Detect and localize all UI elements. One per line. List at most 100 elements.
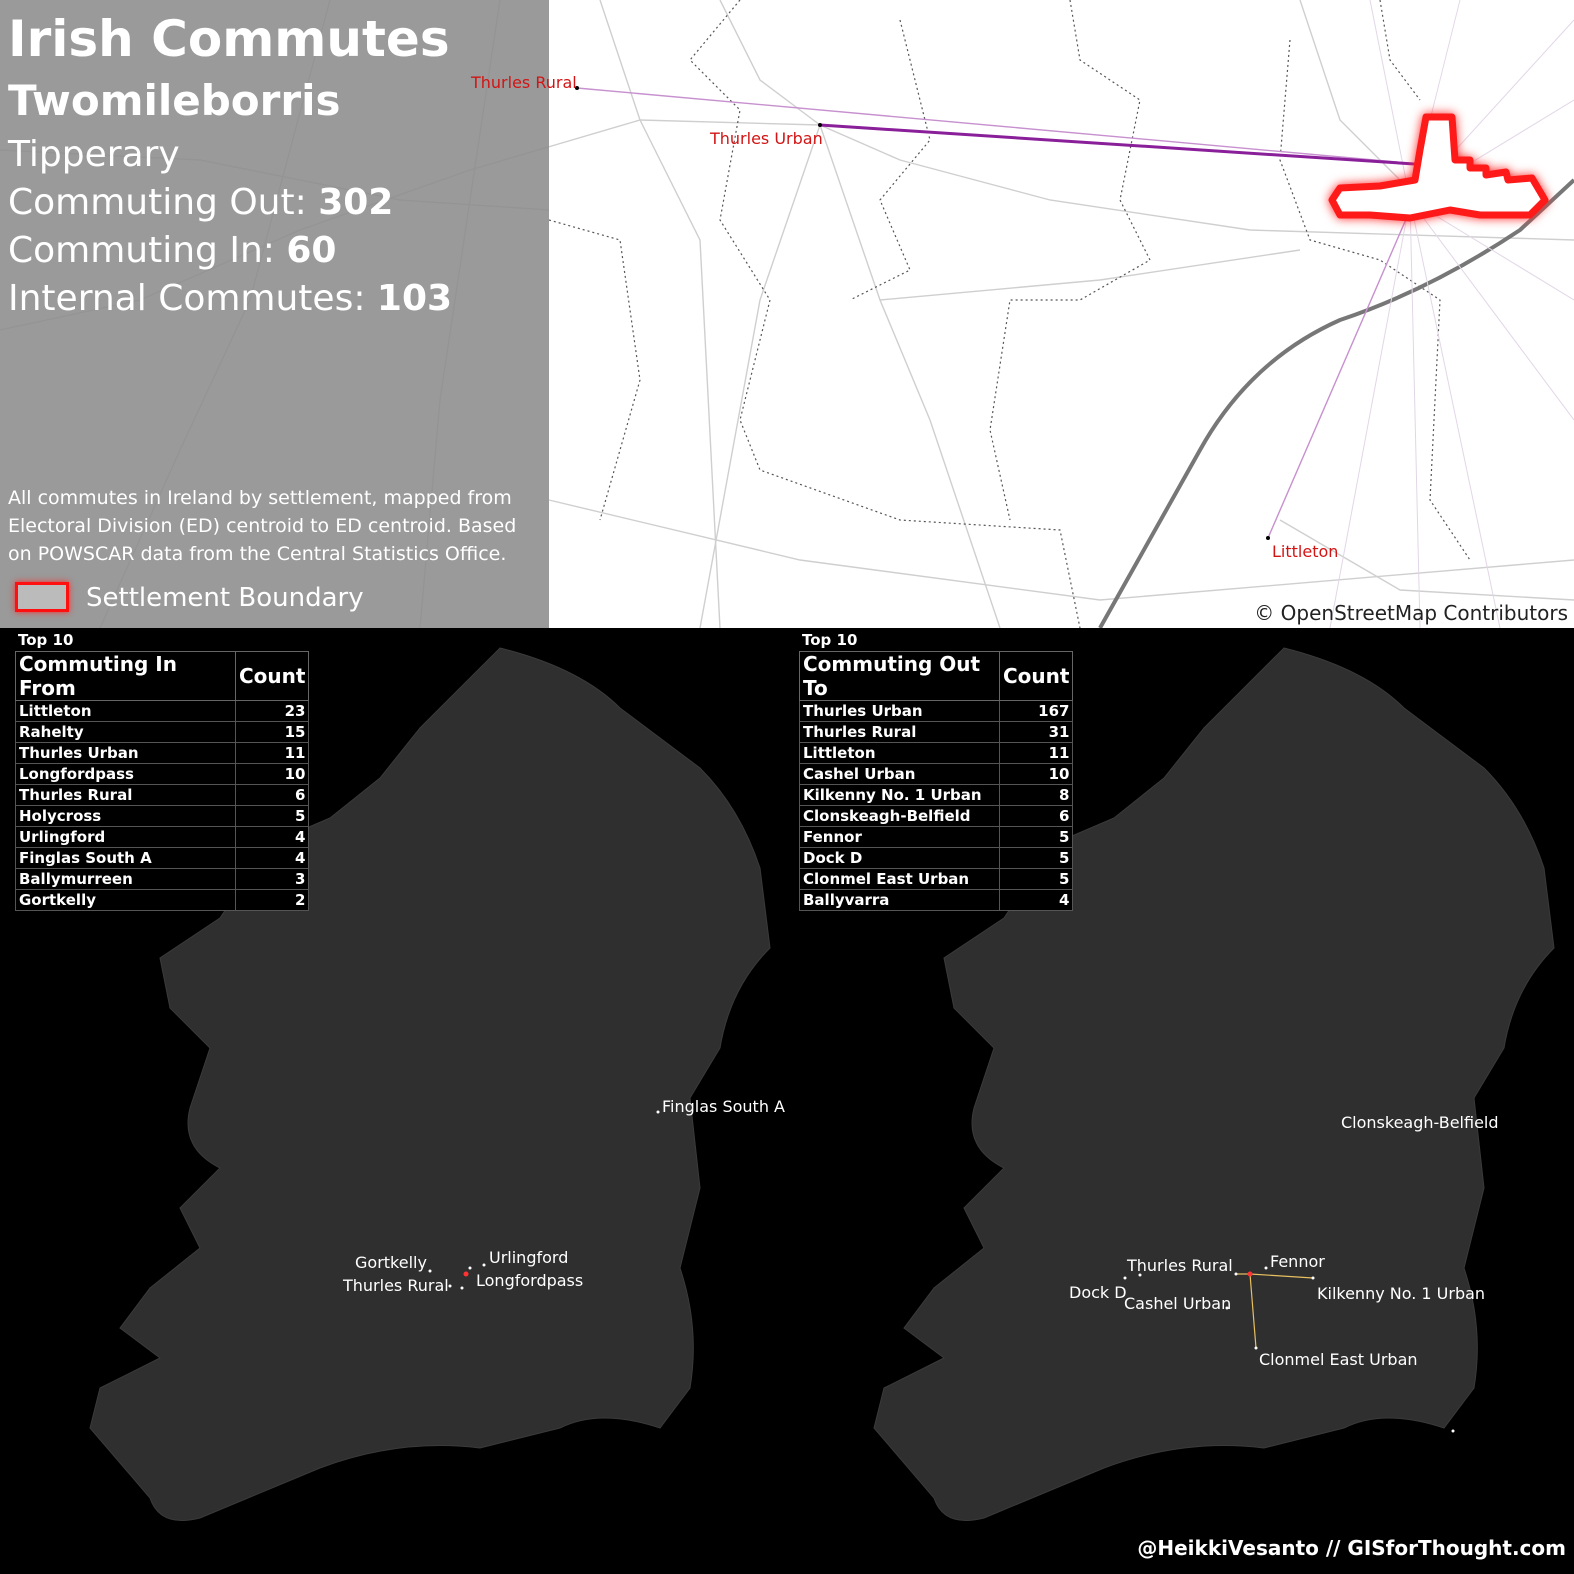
internal-value: 103 (376, 278, 453, 319)
commuting-out-stat: Commuting Out: 302 (8, 182, 393, 223)
row-count: 4 (998, 889, 1074, 911)
row-name: Ballyvarra (799, 889, 1000, 911)
table-row: Dock D5 (799, 847, 1074, 869)
column-header-commuting-in-from: Commuting In From (15, 651, 236, 701)
row-name: Dock D (799, 847, 1000, 869)
table-header-row: Commuting Out To Count (799, 651, 1074, 701)
row-name: Kilkenny No. 1 Urban (799, 784, 1000, 806)
table-row: Finglas South A4 (15, 847, 310, 869)
row-count: 8 (998, 784, 1074, 806)
row-count: 11 (998, 742, 1074, 764)
commuting-in-label: Commuting In: (8, 230, 287, 271)
in-map-label-longfordpass: Longfordpass (476, 1271, 584, 1290)
row-count: 6 (234, 784, 310, 806)
detail-map[interactable]: Irish Commutes Twomileborris Tipperary C… (0, 0, 1574, 628)
row-name: Littleton (799, 742, 1000, 764)
settlement-name: Twomileborris (8, 76, 341, 125)
row-count: 5 (998, 847, 1074, 869)
table-header-row: Commuting In From Count (15, 651, 310, 701)
commuting-in-stat: Commuting In: 60 (8, 230, 336, 271)
table-row: Littleton 11 (799, 742, 1074, 764)
row-count: 4 (234, 826, 310, 848)
out-map-label-cashel-urban: Cashel Urban (1124, 1294, 1232, 1313)
in-map-label-finglas-south-a: Finglas South A (662, 1097, 785, 1116)
row-name: Thurles Rural (15, 784, 236, 806)
place-label-thurles-urban: Thurles Urban (710, 129, 823, 148)
place-label-littleton: Littleton (1272, 542, 1339, 561)
table-row: Holycross 5 (15, 805, 310, 827)
in-map-label-gortkelly: Gortkelly (355, 1253, 427, 1272)
row-count: 31 (998, 721, 1074, 743)
column-header-count: Count (234, 651, 310, 701)
row-count: 10 (234, 763, 310, 785)
out-map-label-fennor: Fennor (1270, 1252, 1325, 1271)
column-header-count: Count (998, 651, 1074, 701)
table-row: Clonskeagh-Belfield 6 (799, 805, 1074, 827)
row-name: Clonskeagh-Belfield (799, 805, 1000, 827)
out-map-label-clonmel-east-urban: Clonmel East Urban (1259, 1350, 1418, 1369)
out-map-label-kilkenny: Kilkenny No. 1 Urban (1317, 1284, 1486, 1303)
county-name: Tipperary (8, 134, 180, 175)
settlement-boundary (1328, 113, 1549, 222)
row-count: 15 (234, 721, 310, 743)
row-name: Thurles Urban (15, 742, 236, 764)
internal-label: Internal Commutes: (8, 278, 377, 319)
row-name: Rahelty (15, 721, 236, 743)
table-row: Ballyvarra 4 (799, 889, 1074, 911)
row-count: 10 (998, 763, 1074, 785)
table-row: Rahelty 15 (15, 721, 310, 743)
commuting-in-table: Commuting In From Count Littleton 23 Rahe… (15, 651, 310, 911)
info-panel: Irish Commutes Twomileborris Tipperary C… (0, 0, 549, 628)
commuting-out-value: 302 (318, 182, 394, 223)
page-title: Irish Commutes (8, 10, 450, 68)
description: All commutes in Ireland by settlement, m… (8, 487, 517, 565)
table-row: Fennor 5 (799, 826, 1074, 848)
table-row: Longfordpass 10 (15, 763, 310, 785)
table-row: Kilkenny No. 1 Urban 8 (799, 784, 1074, 806)
row-count: 5 (998, 826, 1074, 848)
attribution: © OpenStreetMap Contributors (1254, 601, 1568, 625)
row-name: Cashel Urban (799, 763, 1000, 785)
row-name: Thurles Rural (799, 721, 1000, 743)
out-map-label-thurles-rural: Thurles Rural (1127, 1256, 1233, 1275)
row-count: 5 (234, 805, 310, 827)
table-row: Cashel Urban 10 (799, 763, 1074, 785)
out-table-caption: Top 10 (802, 631, 858, 649)
commuting-in-value: 60 (286, 230, 337, 271)
row-name: Ballymurreen (15, 868, 236, 890)
table-row: Littleton 23 (15, 700, 310, 722)
legend-swatch (15, 582, 69, 612)
row-name: Littleton (15, 700, 236, 722)
row-count: 2 (234, 889, 310, 911)
row-count: 23 (234, 700, 310, 722)
row-name: Gortkelly (15, 889, 236, 911)
row-count: 6 (998, 805, 1074, 827)
table-row: Thurles Urban 167 (799, 700, 1074, 722)
row-name: Holycross (15, 805, 236, 827)
row-count: 167 (998, 700, 1074, 722)
table-row: Ballymurreen 3 (15, 868, 310, 890)
row-name: Longfordpass (15, 763, 236, 785)
place-label-thurles-rural: Thurles Rural (471, 73, 577, 92)
in-map-label-urlingford: Urlingford (489, 1248, 569, 1267)
row-name: Urlingford (15, 826, 236, 848)
table-row: Thurles Urban 11 (15, 742, 310, 764)
column-header-commuting-out-to: Commuting Out To (799, 651, 1000, 701)
commuting-out-label: Commuting Out: (8, 182, 319, 223)
table-row: Gortkelly 2 (15, 889, 310, 911)
table-row: Thurles Rural 6 (15, 784, 310, 806)
row-count: 4 (234, 847, 310, 869)
internal-commutes-stat: Internal Commutes: 103 (8, 278, 452, 319)
table-row: Urlingford 4 (15, 826, 310, 848)
row-name: Thurles Urban (799, 700, 1000, 722)
overview-maps: Top 10 Commuting In From Count Littleton… (0, 628, 1574, 1574)
row-name: Fennor (799, 826, 1000, 848)
out-map-label-dock-d: Dock D (1069, 1283, 1127, 1302)
commuting-out-table: Commuting Out To Count Thurles Urban 167 … (799, 651, 1074, 911)
credit[interactable]: @HeikkiVesanto // GISforThought.com (1137, 1536, 1566, 1560)
row-name: Finglas South A (15, 847, 236, 869)
row-count: 3 (234, 868, 310, 890)
out-map-label-clonskeagh-belfield: Clonskeagh-Belfield (1341, 1113, 1499, 1132)
in-map-label-thurles-rural: Thurles Rural (343, 1276, 449, 1295)
row-name: Clonmel East Urban (799, 868, 1000, 890)
